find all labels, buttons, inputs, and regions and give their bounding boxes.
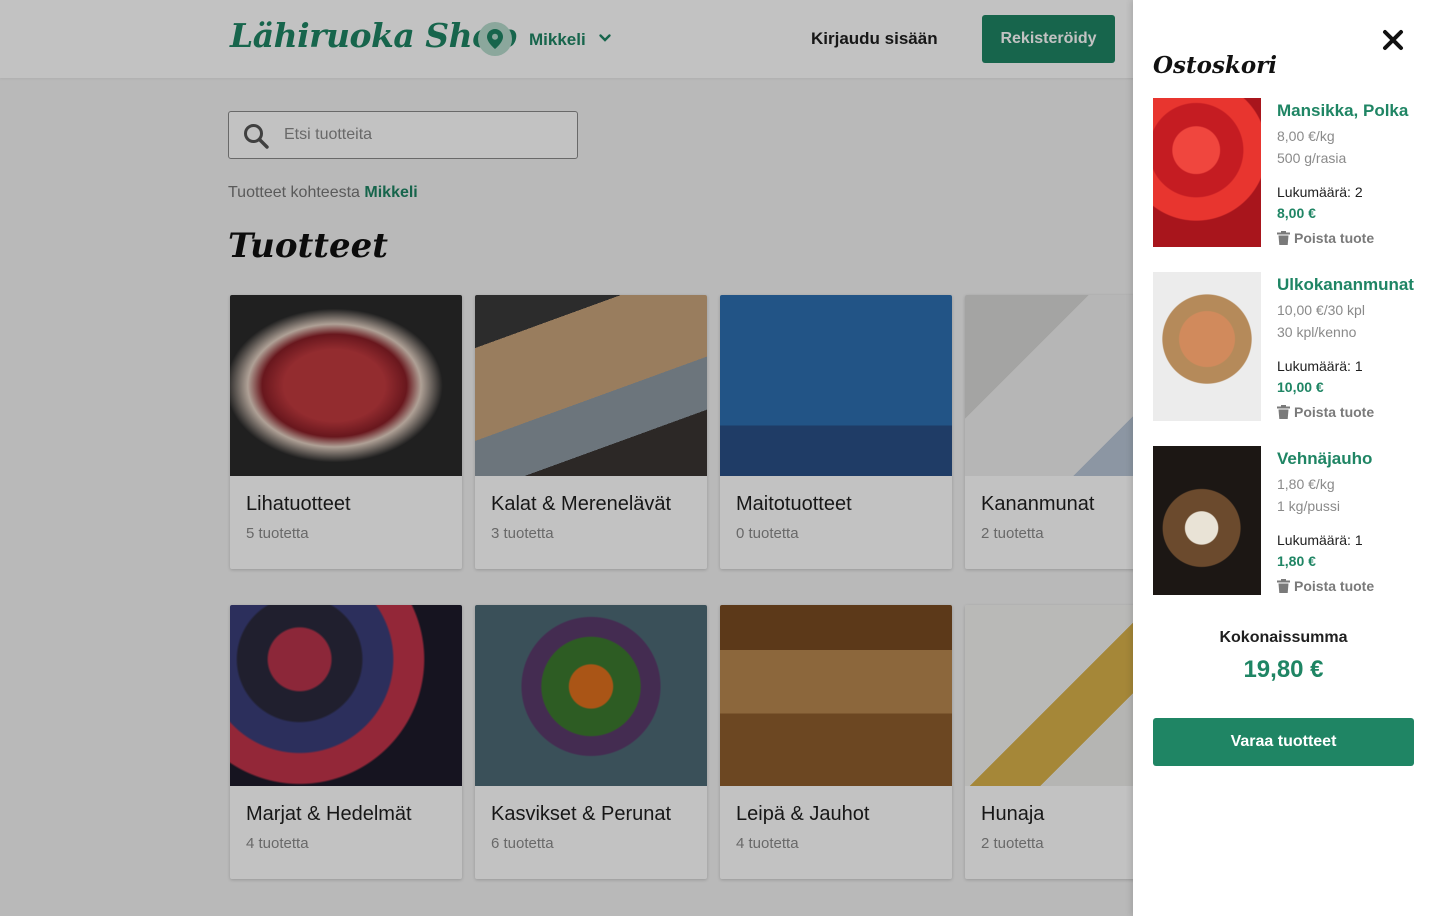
cart-title: Ostoskori: [1153, 52, 1278, 79]
cart-item-price: 10,00 €/30 kpl: [1277, 302, 1365, 318]
cart-item-quantity: Lukumäärä: 2: [1277, 184, 1363, 200]
cart-item-image: [1153, 272, 1261, 421]
cart-total-label: Kokonaissumma: [1219, 629, 1348, 646]
remove-item-label: Poista tuote: [1294, 230, 1375, 246]
cart-item-unit: 1 kg/pussi: [1277, 498, 1341, 514]
cart-item-unit: 30 kpl/kenno: [1277, 324, 1357, 340]
cart-item-total: 10,00 €: [1277, 379, 1324, 395]
remove-item-button[interactable]: Poista tuote: [1277, 404, 1374, 420]
trash-icon: [1277, 579, 1290, 593]
cart-item-name[interactable]: Ulkokananmunat: [1277, 275, 1414, 295]
cart-item: Vehnäjauho 1,80 €/kg 1 kg/pussi Lukumäär…: [1153, 446, 1428, 596]
cart-item-quantity: Lukumäärä: 1: [1277, 532, 1363, 548]
cart-item: Mansikka, Polka 8,00 €/kg 500 g/rasia Lu…: [1153, 98, 1428, 248]
cart-item-image: [1153, 98, 1261, 247]
cart-drawer: Ostoskori Mansikka, Polka 8,00 €/kg 500 …: [1133, 0, 1432, 916]
cart-item: Ulkokananmunat 10,00 €/30 kpl 30 kpl/ken…: [1153, 272, 1428, 422]
cart-item-total: 1,80 €: [1277, 553, 1316, 569]
cart-item-image: [1153, 446, 1261, 595]
remove-item-label: Poista tuote: [1294, 578, 1375, 594]
cart-item-quantity: Lukumäärä: 1: [1277, 358, 1363, 374]
cart-item-price: 8,00 €/kg: [1277, 128, 1335, 144]
cart-item-total: 8,00 €: [1277, 205, 1316, 221]
cart-item-price: 1,80 €/kg: [1277, 476, 1335, 492]
close-icon[interactable]: [1380, 27, 1406, 53]
remove-item-button[interactable]: Poista tuote: [1277, 578, 1374, 594]
remove-item-button[interactable]: Poista tuote: [1277, 230, 1374, 246]
trash-icon: [1277, 405, 1290, 419]
trash-icon: [1277, 231, 1290, 245]
cart-total-value: 19,80 €: [1243, 656, 1324, 683]
remove-item-label: Poista tuote: [1294, 404, 1375, 420]
reserve-products-button[interactable]: Varaa tuotteet: [1153, 718, 1414, 766]
cart-item-name[interactable]: Mansikka, Polka: [1277, 101, 1408, 121]
cart-item-name[interactable]: Vehnäjauho: [1277, 449, 1372, 469]
cart-item-unit: 500 g/rasia: [1277, 150, 1347, 166]
